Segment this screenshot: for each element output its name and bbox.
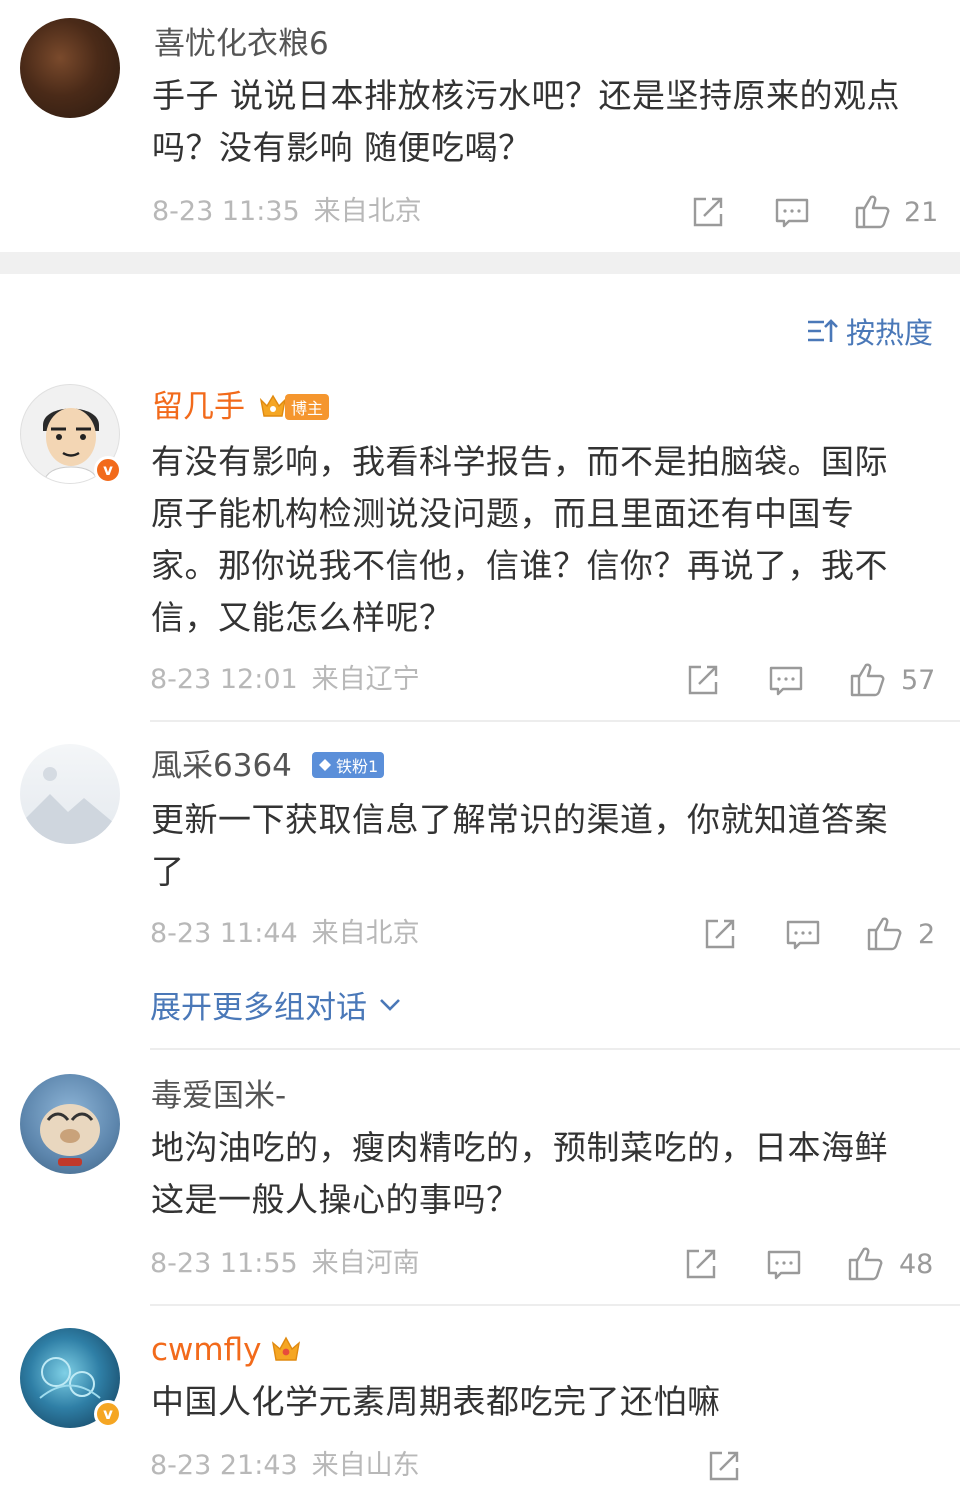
comment-text: 更新一下获取信息了解常识的渠道，你就知道答案了 — [151, 800, 888, 891]
divider — [150, 1304, 960, 1306]
blogger-badge: 博主 — [285, 394, 330, 420]
like-count: 57 — [901, 665, 936, 696]
crown-icon — [271, 1336, 301, 1361]
share-icon[interactable] — [690, 194, 726, 230]
avatar-landscape-image — [20, 767, 120, 844]
sort-label: 按热度 — [846, 316, 934, 350]
verified-badge-icon: v — [94, 1400, 122, 1428]
comment-text: 中国人化学元素周期表都吃完了还怕嘛 — [151, 1382, 721, 1421]
comment-text: 地沟油吃的，瘦肉精吃的，预制菜吃的，日本海鲜这是一般人操心的事吗？ — [151, 1128, 888, 1219]
comment-icon[interactable] — [774, 196, 810, 230]
avatar-cartoon-image — [40, 1104, 100, 1166]
like-icon[interactable] — [866, 914, 904, 952]
comment-meta: 8-23 11:55 来自河南 — [150, 1248, 420, 1280]
comment-meta: 8-23 12:01 来自辽宁 — [150, 664, 420, 696]
comment-meta: 8-23 21:43 来自山东 — [150, 1450, 420, 1482]
comment-source: 来自辽宁 — [311, 664, 420, 695]
sort-icon — [808, 319, 838, 342]
comment-text: 手子 说说日本排放核污水吧？还是坚持原来的观点吗？没有影响 随便吃喝？ — [152, 76, 900, 167]
comment-icon[interactable] — [785, 918, 821, 952]
like-count: 2 — [918, 919, 936, 950]
comment-username[interactable]: 留几手 — [152, 389, 245, 425]
divider — [150, 720, 960, 722]
comment-date: 8-23 11:44 — [150, 918, 298, 949]
expand-more-conversations-link[interactable]: 展开更多组对话 — [150, 982, 401, 1027]
chevron-down-icon — [380, 998, 400, 1011]
section-divider — [0, 252, 960, 274]
avatar[interactable] — [20, 744, 120, 844]
crown-icon — [259, 394, 287, 417]
comment-username[interactable]: 喜忧化衣粮6 — [154, 26, 329, 62]
comment-username[interactable]: cwmfly — [151, 1332, 261, 1368]
avatar[interactable] — [20, 1074, 120, 1174]
share-icon[interactable] — [706, 1448, 742, 1484]
comment-icon[interactable] — [768, 664, 804, 698]
like-icon[interactable] — [847, 1244, 885, 1282]
divider — [150, 1048, 960, 1050]
like-count: 48 — [899, 1249, 934, 1280]
comment-icon[interactable] — [766, 1248, 802, 1282]
share-icon[interactable] — [685, 662, 721, 698]
comment-username[interactable]: 毒爱国米- — [151, 1078, 286, 1114]
diamond-icon — [319, 759, 331, 771]
comment-date: 8-23 12:01 — [150, 664, 298, 695]
share-icon[interactable] — [683, 1246, 719, 1282]
comment-source: 来自北京 — [311, 918, 420, 949]
expand-more-label: 展开更多组对话 — [150, 990, 367, 1026]
like-icon[interactable] — [854, 192, 892, 230]
comment-source: 来自山东 — [311, 1450, 420, 1481]
comment-date: 8-23 11:35 — [152, 196, 300, 227]
share-icon[interactable] — [702, 916, 738, 952]
comment-source: 来自河南 — [311, 1248, 420, 1279]
comment-meta: 8-23 11:35 来自北京 — [152, 196, 422, 228]
blogger-badge-label: 博主 — [291, 399, 324, 418]
fan-badge: 铁粉1 — [312, 752, 385, 778]
comment-text: 有没有影响，我看科学报告，而不是拍脑袋。国际原子能机构检测说没问题，而且里面还有… — [151, 442, 888, 637]
avatar[interactable] — [20, 18, 120, 118]
comment-date: 8-23 21:43 — [150, 1450, 298, 1481]
comment-meta: 8-23 11:44 来自北京 — [150, 918, 420, 950]
comment-date: 8-23 11:55 — [150, 1248, 298, 1279]
fan-badge-label: 铁粉1 — [336, 757, 379, 776]
like-icon[interactable] — [849, 660, 887, 698]
like-count: 21 — [904, 197, 939, 228]
comment-username[interactable]: 風采6364 — [151, 748, 292, 784]
verified-badge-icon: v — [94, 456, 122, 484]
sort-by-hot-button[interactable]: 按热度 — [806, 310, 933, 352]
comment-source: 来自北京 — [313, 196, 422, 227]
